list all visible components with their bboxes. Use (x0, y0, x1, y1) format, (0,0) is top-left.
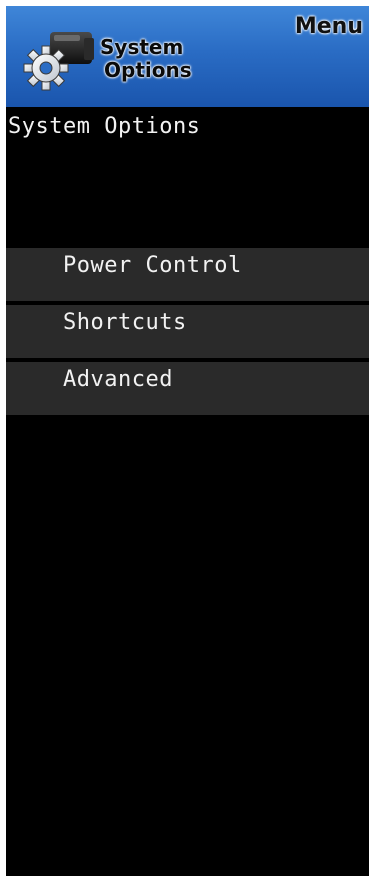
gear-camera-icon (20, 26, 100, 100)
options-menu: Power Control Shortcuts Advanced (6, 248, 369, 419)
menu-label: Menu (294, 14, 363, 39)
menu-item-label: Shortcuts (63, 310, 187, 335)
menu-item-label: Power Control (63, 253, 242, 278)
header-title: System Options (100, 36, 250, 82)
menu-item-shortcuts[interactable]: Shortcuts (6, 305, 369, 358)
menu-item-label: Advanced (63, 367, 173, 392)
header-bar: System Options Menu (6, 6, 369, 107)
menu-item-advanced[interactable]: Advanced (6, 362, 369, 415)
header-title-line2: Options (104, 58, 192, 82)
menu-item-power-control[interactable]: Power Control (6, 248, 369, 301)
menu-screen: System Options Menu System Options Power… (6, 6, 369, 876)
page-title: System Options (8, 114, 201, 139)
header-title-line1: System (100, 35, 184, 59)
